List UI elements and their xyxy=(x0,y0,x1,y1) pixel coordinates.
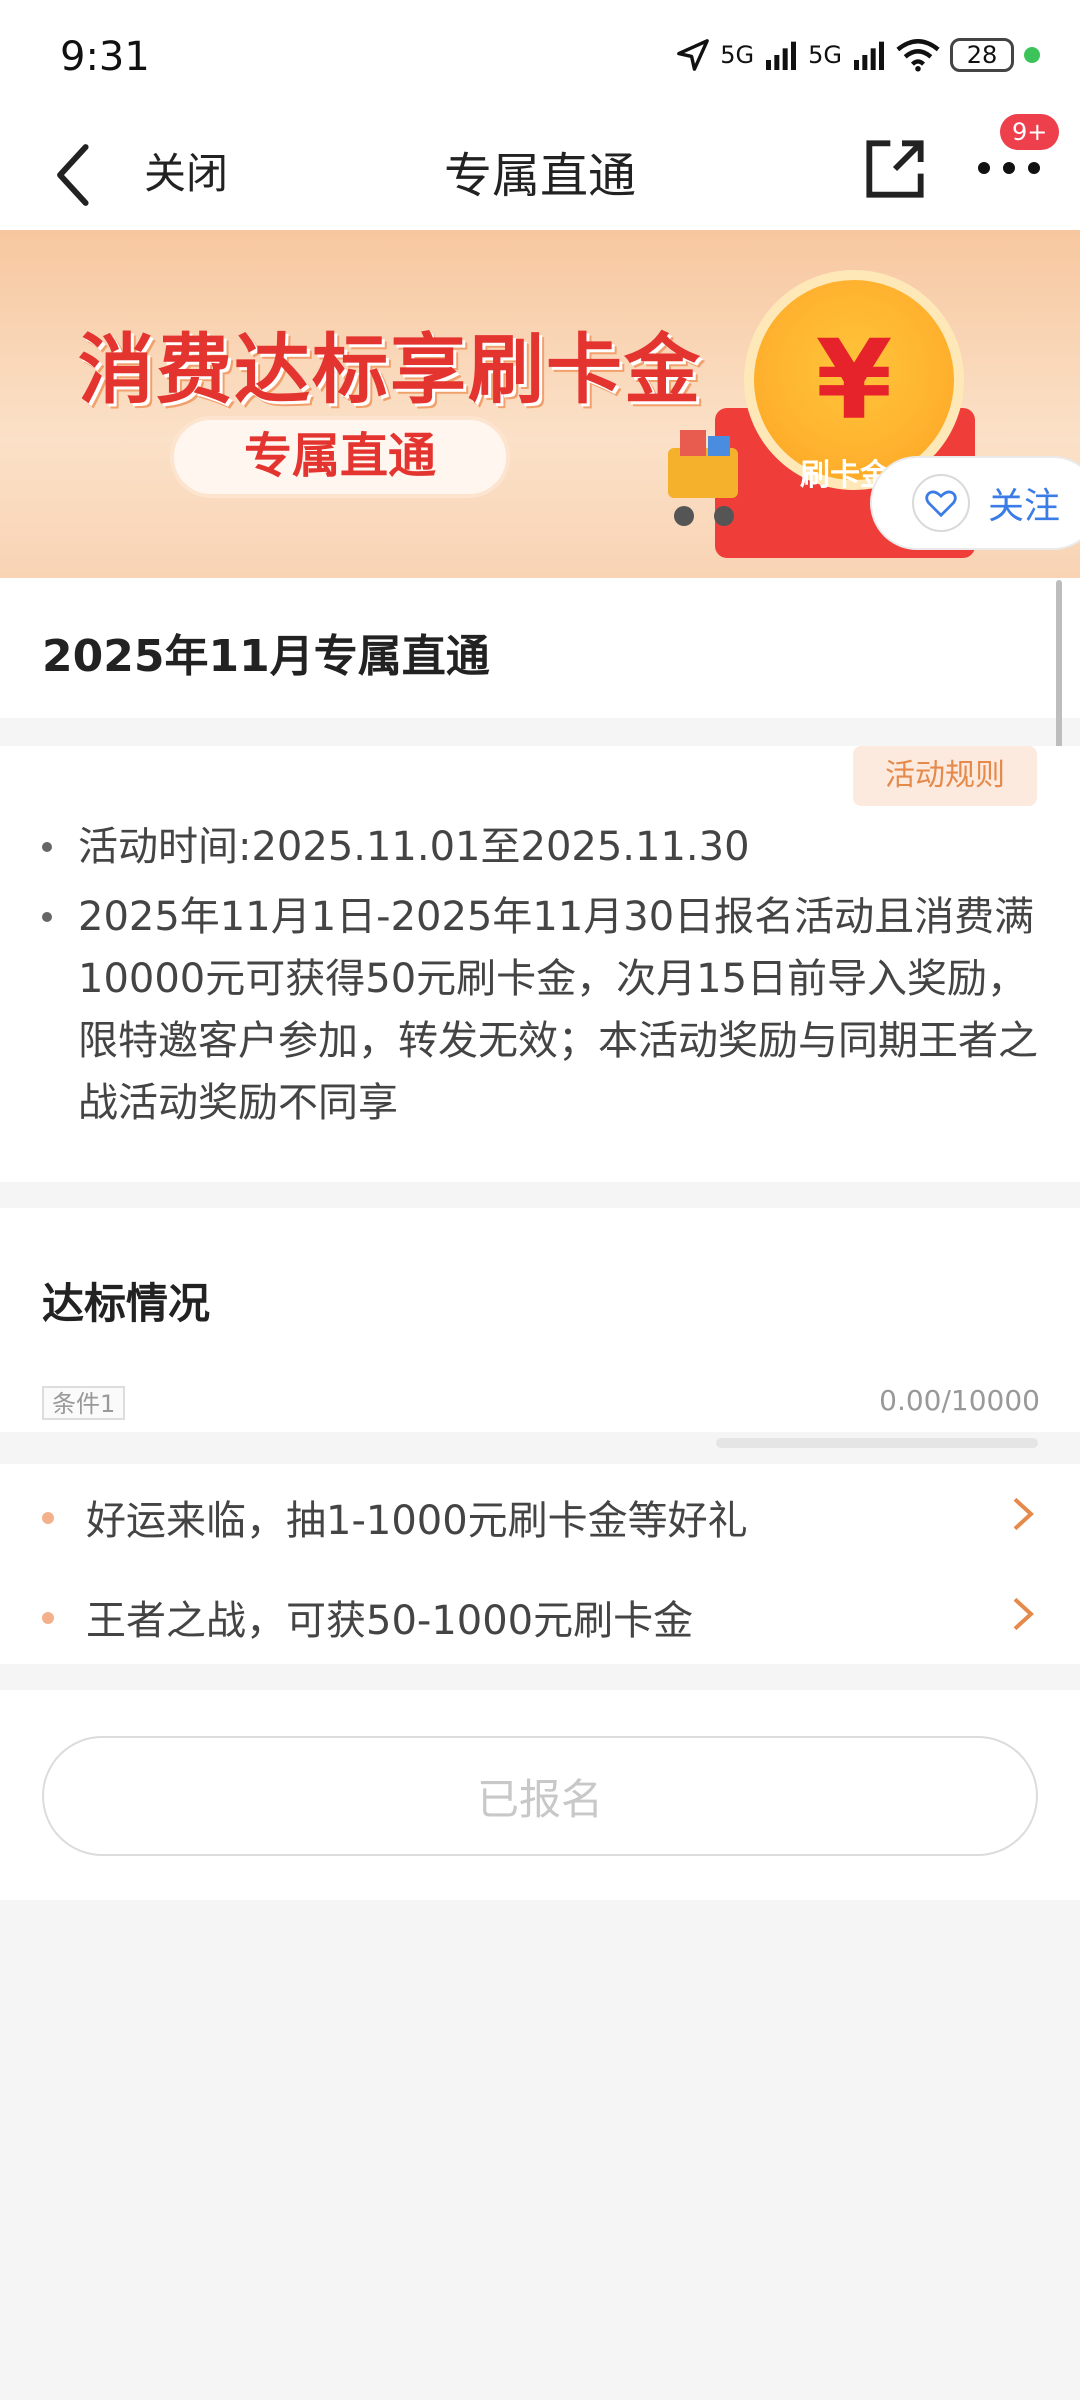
chevron-right-icon xyxy=(1013,1597,1034,1631)
signal-5g-2: 5G xyxy=(808,41,842,69)
banner-pill: 专属直通 xyxy=(170,416,510,498)
bullet-dot xyxy=(42,1612,54,1624)
scrollbar[interactable] xyxy=(1056,580,1062,760)
wifi-icon xyxy=(896,39,940,72)
more-dots-icon[interactable] xyxy=(976,148,1042,188)
rule-text: 2025年11月1日-2025年11月30日报名活动且消费满10000元可获得5… xyxy=(78,894,1038,1126)
activity-title: 2025年11月专属直通 xyxy=(42,631,490,682)
rules-list: 活动时间:2025.11.01至2025.11.30 2025年11月1日-20… xyxy=(42,816,1042,1134)
follow-label: 关注 xyxy=(988,486,1061,527)
achievement-title: 达标情况 xyxy=(42,1279,211,1328)
registered-button[interactable]: 已报名 xyxy=(42,1736,1038,1856)
link-label: 好运来临，抽1-1000元刷卡金等好礼 xyxy=(86,1498,748,1544)
progress-bar xyxy=(716,1438,1038,1448)
condition-tag: 条件1 xyxy=(42,1386,126,1420)
link-row-lucky-draw[interactable]: 好运来临，抽1-1000元刷卡金等好礼 xyxy=(0,1464,1080,1564)
follow-button[interactable]: 关注 xyxy=(870,456,1080,550)
links-card: 好运来临，抽1-1000元刷卡金等好礼 王者之战，可获50-1000元刷卡金 xyxy=(0,1464,1080,1664)
achievement-card: 达标情况 条件1 0.00/10000 xyxy=(0,1208,1080,1432)
activity-rules-card: 活动规则 活动时间:2025.11.01至2025.11.30 2025年11月… xyxy=(0,746,1080,1182)
signal-bars-icon-1 xyxy=(766,41,797,70)
bullet-dot xyxy=(42,912,52,922)
shopping-cart-icon xyxy=(668,430,738,526)
active-dot-icon xyxy=(1024,47,1040,63)
top-nav: 关闭 专属直通 9+ xyxy=(0,114,1080,230)
rule-item: 2025年11月1日-2025年11月30日报名活动且消费满10000元可获得5… xyxy=(42,886,1042,1134)
link-label: 王者之战，可获50-1000元刷卡金 xyxy=(86,1598,694,1644)
rule-text: 活动时间:2025.11.01至2025.11.30 xyxy=(78,824,750,870)
status-time: 9:31 xyxy=(60,34,150,80)
register-card: 已报名 xyxy=(0,1690,1080,1900)
signal-5g-1: 5G xyxy=(720,41,755,69)
status-bar: 9:31 5G 5G 28 xyxy=(0,0,1080,118)
bullet-dot xyxy=(42,1512,54,1524)
notification-badge: 9+ xyxy=(1000,114,1060,150)
rule-item: 活动时间:2025.11.01至2025.11.30 xyxy=(42,816,1042,878)
battery-icon: 28 xyxy=(950,38,1014,72)
banner-headline: 消费达标享刷卡金 xyxy=(78,325,702,414)
chevron-right-icon xyxy=(1013,1497,1034,1531)
signal-bars-icon-2 xyxy=(854,41,884,70)
share-icon[interactable] xyxy=(860,134,930,204)
heart-icon xyxy=(912,474,970,532)
bullet-dot xyxy=(42,842,52,852)
activity-title-card: 2025年11月专属直通 xyxy=(0,578,1080,718)
rules-button[interactable]: 活动规则 xyxy=(853,746,1037,806)
link-row-king-battle[interactable]: 王者之战，可获50-1000元刷卡金 xyxy=(0,1564,1080,1664)
location-icon xyxy=(677,39,710,71)
progress-text: 0.00/10000 xyxy=(879,1384,1040,1417)
status-icons: 5G 5G 28 xyxy=(676,38,1040,72)
